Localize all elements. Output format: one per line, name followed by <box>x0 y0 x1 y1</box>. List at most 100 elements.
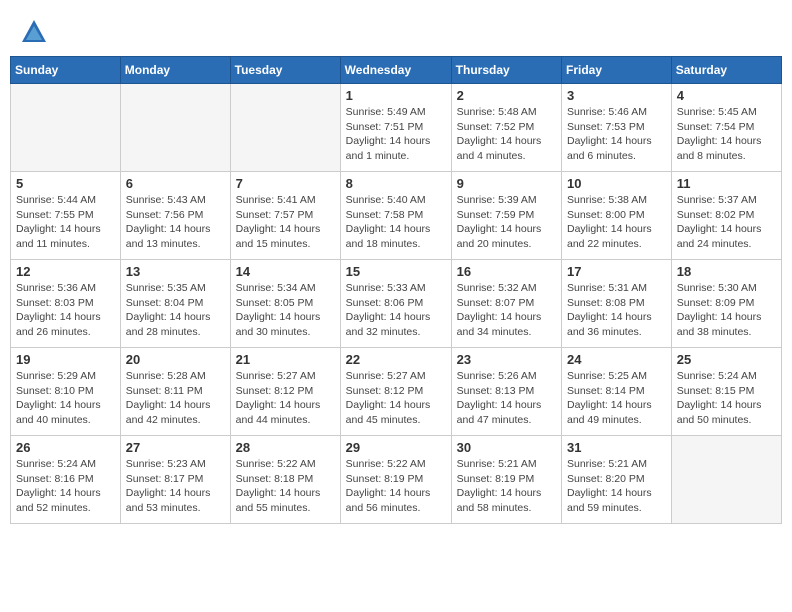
calendar-week-row: 12 Sunrise: 5:36 AM Sunset: 8:03 PM Dayli… <box>11 260 782 348</box>
calendar-week-row: 19 Sunrise: 5:29 AM Sunset: 8:10 PM Dayli… <box>11 348 782 436</box>
calendar-cell: 1 Sunrise: 5:49 AM Sunset: 7:51 PM Daylig… <box>340 84 451 172</box>
calendar-cell: 5 Sunrise: 5:44 AM Sunset: 7:55 PM Daylig… <box>11 172 121 260</box>
calendar-table: SundayMondayTuesdayWednesdayThursdayFrid… <box>10 56 782 524</box>
calendar-cell: 27 Sunrise: 5:23 AM Sunset: 8:17 PM Dayli… <box>120 436 230 524</box>
day-info: Sunrise: 5:30 AM Sunset: 8:09 PM Dayligh… <box>677 281 776 340</box>
calendar-cell: 25 Sunrise: 5:24 AM Sunset: 8:15 PM Dayli… <box>671 348 781 436</box>
calendar-cell: 21 Sunrise: 5:27 AM Sunset: 8:12 PM Dayli… <box>230 348 340 436</box>
day-info: Sunrise: 5:40 AM Sunset: 7:58 PM Dayligh… <box>346 193 446 252</box>
day-info: Sunrise: 5:22 AM Sunset: 8:19 PM Dayligh… <box>346 457 446 516</box>
day-info: Sunrise: 5:45 AM Sunset: 7:54 PM Dayligh… <box>677 105 776 164</box>
calendar-cell: 4 Sunrise: 5:45 AM Sunset: 7:54 PM Daylig… <box>671 84 781 172</box>
day-number: 29 <box>346 440 446 455</box>
day-of-week-header: Tuesday <box>230 57 340 84</box>
day-number: 2 <box>457 88 556 103</box>
day-number: 5 <box>16 176 115 191</box>
calendar-cell: 22 Sunrise: 5:27 AM Sunset: 8:12 PM Dayli… <box>340 348 451 436</box>
day-number: 3 <box>567 88 666 103</box>
day-number: 15 <box>346 264 446 279</box>
calendar-cell: 23Sunrise: 5:26 AM Sunset: 8:13 PM Dayli… <box>451 348 561 436</box>
day-info: Sunrise: 5:44 AM Sunset: 7:55 PM Dayligh… <box>16 193 115 252</box>
calendar-cell: 28 Sunrise: 5:22 AM Sunset: 8:18 PM Dayli… <box>230 436 340 524</box>
calendar-cell <box>671 436 781 524</box>
day-number: 22 <box>346 352 446 367</box>
calendar-cell: 17 Sunrise: 5:31 AM Sunset: 8:08 PM Dayli… <box>562 260 672 348</box>
day-info: Sunrise: 5:39 AM Sunset: 7:59 PM Dayligh… <box>457 193 556 252</box>
calendar-cell: 15Sunrise: 5:33 AM Sunset: 8:06 PM Dayli… <box>340 260 451 348</box>
day-info: Sunrise: 5:35 AM Sunset: 8:04 PM Dayligh… <box>126 281 225 340</box>
day-info: Sunrise: 5:27 AM Sunset: 8:12 PM Dayligh… <box>236 369 335 428</box>
day-number: 28 <box>236 440 335 455</box>
day-info: Sunrise: 5:46 AM Sunset: 7:53 PM Dayligh… <box>567 105 666 164</box>
calendar-cell: 16 Sunrise: 5:32 AM Sunset: 8:07 PM Dayli… <box>451 260 561 348</box>
day-number: 1 <box>346 88 446 103</box>
day-info: Sunrise: 5:26 AM Sunset: 8:13 PM Dayligh… <box>457 369 556 428</box>
calendar-cell: 24 Sunrise: 5:25 AM Sunset: 8:14 PM Dayli… <box>562 348 672 436</box>
day-number: 7 <box>236 176 335 191</box>
day-info: Sunrise: 5:34 AM Sunset: 8:05 PM Dayligh… <box>236 281 335 340</box>
day-number: 30 <box>457 440 556 455</box>
day-info: Sunrise: 5:23 AM Sunset: 8:17 PM Dayligh… <box>126 457 225 516</box>
day-number: 31 <box>567 440 666 455</box>
day-info: Sunrise: 5:36 AM Sunset: 8:03 PM Dayligh… <box>16 281 115 340</box>
day-info: Sunrise: 5:29 AM Sunset: 8:10 PM Dayligh… <box>16 369 115 428</box>
calendar-week-row: 5 Sunrise: 5:44 AM Sunset: 7:55 PM Daylig… <box>11 172 782 260</box>
day-of-week-header: Saturday <box>671 57 781 84</box>
calendar-cell: 8 Sunrise: 5:40 AM Sunset: 7:58 PM Daylig… <box>340 172 451 260</box>
calendar-cell <box>120 84 230 172</box>
day-of-week-header: Monday <box>120 57 230 84</box>
logo-icon <box>20 18 48 46</box>
day-number: 14 <box>236 264 335 279</box>
calendar-cell <box>11 84 121 172</box>
calendar-week-row: 1 Sunrise: 5:49 AM Sunset: 7:51 PM Daylig… <box>11 84 782 172</box>
day-number: 8 <box>346 176 446 191</box>
day-info: Sunrise: 5:49 AM Sunset: 7:51 PM Dayligh… <box>346 105 446 164</box>
calendar-cell: 10 Sunrise: 5:38 AM Sunset: 8:00 PM Dayli… <box>562 172 672 260</box>
day-info: Sunrise: 5:43 AM Sunset: 7:56 PM Dayligh… <box>126 193 225 252</box>
calendar-cell: 29 Sunrise: 5:22 AM Sunset: 8:19 PM Dayli… <box>340 436 451 524</box>
calendar-header-row: SundayMondayTuesdayWednesdayThursdayFrid… <box>11 57 782 84</box>
calendar-cell: 9Sunrise: 5:39 AM Sunset: 7:59 PM Daylig… <box>451 172 561 260</box>
day-number: 10 <box>567 176 666 191</box>
day-of-week-header: Sunday <box>11 57 121 84</box>
calendar-week-row: 26Sunrise: 5:24 AM Sunset: 8:16 PM Dayli… <box>11 436 782 524</box>
day-number: 27 <box>126 440 225 455</box>
day-number: 13 <box>126 264 225 279</box>
day-number: 6 <box>126 176 225 191</box>
day-info: Sunrise: 5:27 AM Sunset: 8:12 PM Dayligh… <box>346 369 446 428</box>
day-number: 4 <box>677 88 776 103</box>
calendar-cell <box>230 84 340 172</box>
calendar-cell: 13 Sunrise: 5:35 AM Sunset: 8:04 PM Dayli… <box>120 260 230 348</box>
day-number: 19 <box>16 352 115 367</box>
day-number: 26 <box>16 440 115 455</box>
calendar-cell: 6 Sunrise: 5:43 AM Sunset: 7:56 PM Daylig… <box>120 172 230 260</box>
calendar-cell: 18Sunrise: 5:30 AM Sunset: 8:09 PM Dayli… <box>671 260 781 348</box>
calendar-cell: 12 Sunrise: 5:36 AM Sunset: 8:03 PM Dayli… <box>11 260 121 348</box>
calendar-cell: 31 Sunrise: 5:21 AM Sunset: 8:20 PM Dayli… <box>562 436 672 524</box>
day-of-week-header: Friday <box>562 57 672 84</box>
day-number: 11 <box>677 176 776 191</box>
day-info: Sunrise: 5:37 AM Sunset: 8:02 PM Dayligh… <box>677 193 776 252</box>
day-info: Sunrise: 5:32 AM Sunset: 8:07 PM Dayligh… <box>457 281 556 340</box>
day-number: 12 <box>16 264 115 279</box>
day-number: 21 <box>236 352 335 367</box>
day-info: Sunrise: 5:21 AM Sunset: 8:19 PM Dayligh… <box>457 457 556 516</box>
day-number: 24 <box>567 352 666 367</box>
calendar-cell: 30 Sunrise: 5:21 AM Sunset: 8:19 PM Dayli… <box>451 436 561 524</box>
day-info: Sunrise: 5:31 AM Sunset: 8:08 PM Dayligh… <box>567 281 666 340</box>
calendar-cell: 26Sunrise: 5:24 AM Sunset: 8:16 PM Dayli… <box>11 436 121 524</box>
calendar-cell: 2Sunrise: 5:48 AM Sunset: 7:52 PM Daylig… <box>451 84 561 172</box>
calendar-cell: 20Sunrise: 5:28 AM Sunset: 8:11 PM Dayli… <box>120 348 230 436</box>
day-info: Sunrise: 5:21 AM Sunset: 8:20 PM Dayligh… <box>567 457 666 516</box>
day-info: Sunrise: 5:22 AM Sunset: 8:18 PM Dayligh… <box>236 457 335 516</box>
day-number: 25 <box>677 352 776 367</box>
day-number: 16 <box>457 264 556 279</box>
day-info: Sunrise: 5:25 AM Sunset: 8:14 PM Dayligh… <box>567 369 666 428</box>
day-number: 20 <box>126 352 225 367</box>
day-number: 17 <box>567 264 666 279</box>
day-info: Sunrise: 5:38 AM Sunset: 8:00 PM Dayligh… <box>567 193 666 252</box>
calendar-cell: 14 Sunrise: 5:34 AM Sunset: 8:05 PM Dayli… <box>230 260 340 348</box>
calendar-cell: 7Sunrise: 5:41 AM Sunset: 7:57 PM Daylig… <box>230 172 340 260</box>
day-info: Sunrise: 5:24 AM Sunset: 8:15 PM Dayligh… <box>677 369 776 428</box>
calendar-cell: 11 Sunrise: 5:37 AM Sunset: 8:02 PM Dayli… <box>671 172 781 260</box>
